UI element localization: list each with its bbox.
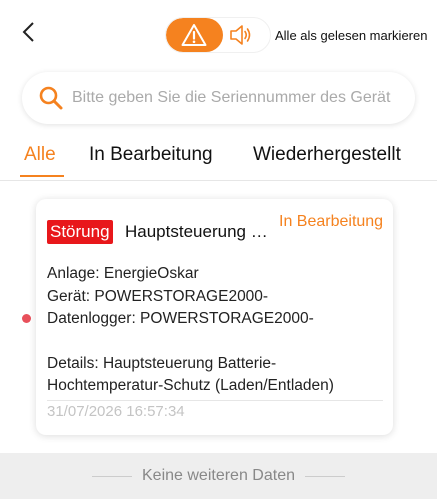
search-and-tabs-area: Alle In Bearbeitung Wiederhergestellt (0, 62, 437, 180)
speaker-icon (230, 25, 251, 45)
alert-mode-toggle (165, 17, 271, 53)
alarm-timestamp: 31/07/2026 16:57:34 (47, 402, 185, 420)
warning-toggle-button[interactable] (166, 18, 223, 52)
status-tabs: Alle In Bearbeitung Wiederhergestellt (0, 144, 437, 180)
chevron-left-icon (22, 22, 34, 42)
alarm-card[interactable]: Störung Hauptsteuerung Batterie-Hochtemp… (36, 199, 393, 435)
alarm-card-header: Störung Hauptsteuerung Batterie-Hochtemp… (47, 211, 383, 263)
back-button[interactable] (14, 18, 42, 46)
no-more-data-text: Keine weiteren Daten (142, 467, 295, 484)
alarm-plant: Anlage: EnergieOskar (47, 265, 199, 282)
header-bar: Alle als gelesen markieren (0, 0, 437, 62)
unread-indicator-dot (22, 314, 31, 323)
tab-recovered[interactable]: Wiederhergestellt (253, 144, 401, 166)
fault-badge: Störung (47, 220, 113, 244)
alarm-status: In Bearbeitung (279, 213, 384, 230)
footer-line-left (92, 475, 132, 477)
search-box (22, 72, 415, 124)
serial-number-search-input[interactable] (72, 89, 402, 107)
active-tab-indicator (20, 175, 64, 177)
alarm-details-line-2: Hochtemperatur-Schutz (Laden/Entladen) (47, 377, 334, 394)
mark-all-read-button[interactable]: Alle als gelesen markieren (275, 28, 427, 43)
alarm-title: Hauptsteuerung Batterie-Hochtemperatur-S… (125, 222, 273, 241)
search-icon (39, 86, 63, 110)
footer-line-right (304, 475, 345, 477)
alarm-details-line-1: Details: Hauptsteuerung Batterie- (47, 354, 277, 372)
tab-all[interactable]: Alle (24, 144, 56, 166)
alarm-device: Gerät: POWERSTORAGE2000- (47, 287, 269, 305)
warning-icon (181, 24, 207, 46)
list-footer: Keine weiteren Daten (0, 453, 437, 499)
sound-toggle-button[interactable] (223, 18, 270, 52)
alarm-datalogger: Datenlogger: POWERSTORAGE2000- (47, 310, 314, 327)
tab-in-progress[interactable]: In Bearbeitung (89, 144, 213, 166)
alarm-list: Störung Hauptsteuerung Batterie-Hochtemp… (0, 181, 437, 453)
